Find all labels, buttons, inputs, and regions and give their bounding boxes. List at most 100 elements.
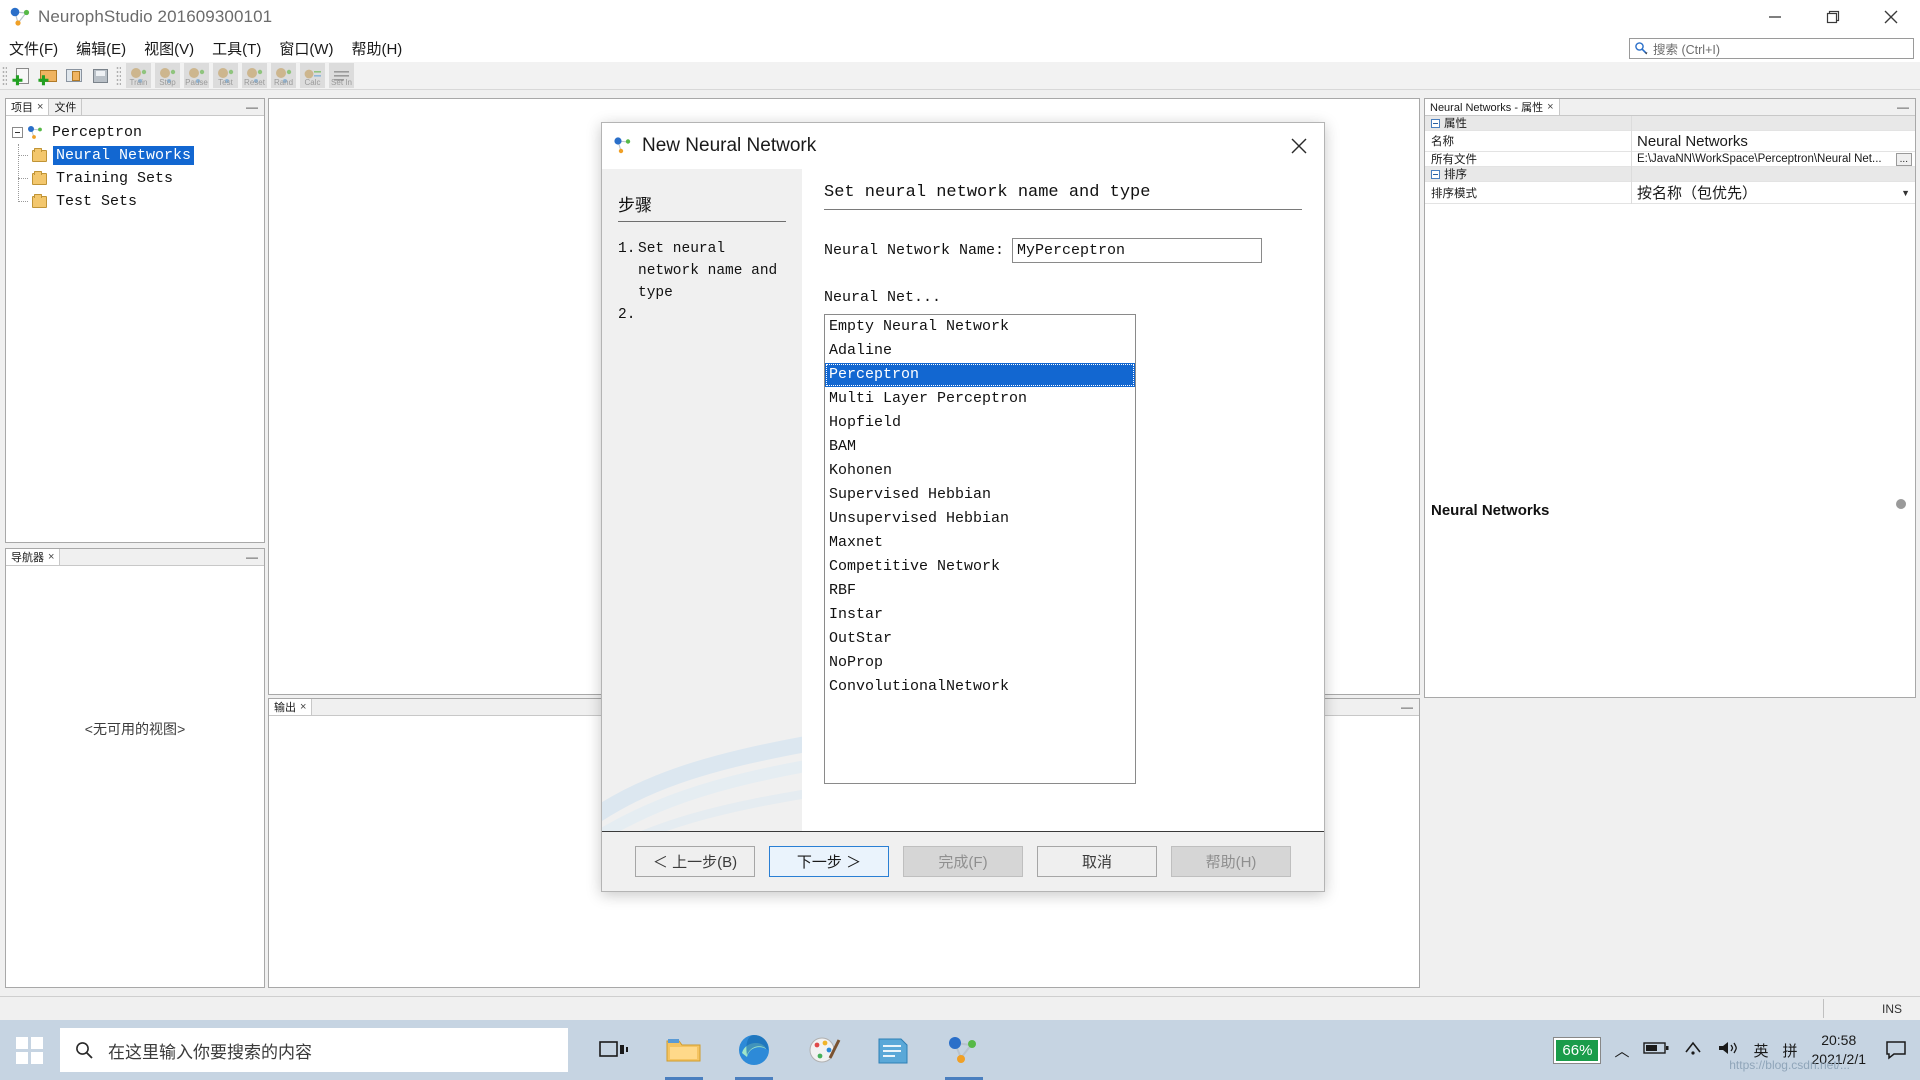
list-item[interactable]: OutStar — [825, 627, 1135, 651]
toolbar-grip[interactable] — [2, 66, 7, 86]
tab-projects[interactable]: 项目 × — [6, 99, 49, 115]
list-item[interactable]: Kohonen — [825, 459, 1135, 483]
pause-button-label: Pause — [184, 79, 209, 87]
battery-percent-badge[interactable]: 66% — [1554, 1038, 1600, 1063]
properties-footer-title: Neural Networks — [1425, 494, 1549, 519]
taskbar-paint[interactable] — [802, 1028, 846, 1072]
list-item[interactable]: Maxnet — [825, 531, 1135, 555]
calculate-button[interactable]: Calc — [300, 63, 325, 88]
global-search-box[interactable]: 搜索 (Ctrl+I) — [1629, 38, 1914, 59]
collapse-icon[interactable] — [1431, 170, 1440, 179]
close-icon[interactable]: × — [300, 701, 306, 713]
tree-row-neural-networks[interactable]: Neural Networks — [32, 144, 264, 167]
minimize-icon[interactable]: — — [246, 103, 258, 111]
train-button[interactable]: Train — [126, 63, 151, 88]
list-item[interactable]: Instar — [825, 603, 1135, 627]
chevron-up-icon[interactable]: ︿ — [1614, 1040, 1629, 1061]
notification-icon[interactable] — [1884, 1038, 1908, 1062]
minimize-icon[interactable]: — — [246, 553, 258, 561]
randomize-button[interactable]: Rand — [271, 63, 296, 88]
minimize-button[interactable] — [1746, 0, 1804, 34]
list-item-selected[interactable]: Perceptron — [825, 363, 1135, 387]
battery-icon[interactable] — [1643, 1041, 1669, 1059]
step-number-2: 2. — [618, 304, 638, 326]
stop-button[interactable]: Stop — [155, 63, 180, 88]
taskbar-edge[interactable] — [732, 1028, 776, 1072]
test-button[interactable]: Test — [213, 63, 238, 88]
help-dot-icon[interactable] — [1896, 499, 1906, 509]
back-button[interactable]: ＜ 上一步(B) — [635, 846, 755, 877]
list-item[interactable]: Multi Layer Perceptron — [825, 387, 1135, 411]
menu-file[interactable]: 文件(F) — [0, 36, 67, 61]
minimize-icon[interactable]: — — [1897, 103, 1909, 111]
volume-icon[interactable] — [1717, 1040, 1739, 1060]
network-icon[interactable] — [1683, 1040, 1703, 1060]
collapse-icon[interactable] — [1431, 119, 1440, 128]
property-row-sort-mode[interactable]: 排序模式 按名称（包优先） ▼ — [1425, 182, 1915, 204]
property-group-attributes[interactable]: 属性 — [1425, 116, 1915, 131]
task-view-button[interactable] — [592, 1028, 636, 1072]
collapse-icon[interactable] — [12, 127, 23, 138]
open-project-button[interactable] — [63, 64, 87, 88]
new-project-button[interactable]: ✚ — [37, 64, 61, 88]
list-item[interactable]: ConvolutionalNetwork — [825, 675, 1135, 699]
list-item[interactable]: Unsupervised Hebbian — [825, 507, 1135, 531]
set-input-button[interactable]: Set In — [329, 63, 354, 88]
list-item[interactable]: Supervised Hebbian — [825, 483, 1135, 507]
menu-view[interactable]: 视图(V) — [135, 36, 203, 61]
tab-files[interactable]: 文件 — [49, 99, 82, 115]
properties-panel-header: Neural Networks - 属性 × — — [1425, 99, 1915, 116]
menu-help[interactable]: 帮助(H) — [342, 36, 411, 61]
list-item[interactable]: RBF — [825, 579, 1135, 603]
property-group-sort[interactable]: 排序 — [1425, 167, 1915, 182]
network-type-label: Neural Net... — [824, 289, 1302, 306]
property-row-name[interactable]: 名称 Neural Networks — [1425, 131, 1915, 152]
save-all-icon — [93, 69, 108, 83]
tab-navigator[interactable]: 导航器 × — [6, 549, 60, 565]
list-item[interactable]: Hopfield — [825, 411, 1135, 435]
save-all-button[interactable] — [89, 64, 113, 88]
chevron-down-icon[interactable]: ▼ — [1901, 188, 1910, 198]
tree-children: Neural Networks Training Sets Test Sets — [12, 144, 264, 213]
menu-edit[interactable]: 编辑(E) — [67, 36, 135, 61]
list-item[interactable]: Empty Neural Network — [825, 315, 1135, 339]
navigator-panel: 导航器 × — <无可用的视图> — [5, 548, 265, 988]
list-item[interactable]: Competitive Network — [825, 555, 1135, 579]
next-button[interactable]: 下一步 ＞ — [769, 846, 889, 877]
taskbar-neuroph[interactable] — [942, 1028, 986, 1072]
finish-button: 完成(F) — [903, 846, 1023, 877]
minimize-icon[interactable]: — — [1401, 703, 1413, 711]
tree-row-test-sets[interactable]: Test Sets — [32, 190, 264, 213]
maximize-button[interactable] — [1804, 0, 1862, 34]
property-row-all-files[interactable]: 所有文件 E:\JavaNN\WorkSpace\Perceptron\Neur… — [1425, 152, 1915, 167]
new-file-button[interactable]: ✚ — [11, 64, 35, 88]
close-icon[interactable]: × — [48, 551, 54, 563]
start-button[interactable] — [0, 1020, 58, 1080]
cancel-button[interactable]: 取消 — [1037, 846, 1157, 877]
tree-row-training-sets[interactable]: Training Sets — [32, 167, 264, 190]
taskbar-search-placeholder: 在这里输入你要搜索的内容 — [108, 1038, 312, 1063]
menubar: 文件(F) 编辑(E) 视图(V) 工具(T) 窗口(W) 帮助(H) 搜索 (… — [0, 34, 1920, 62]
dialog-close-button[interactable] — [1284, 131, 1314, 161]
stop-button-label: Stop — [155, 79, 180, 87]
toolbar-grip-2[interactable] — [116, 66, 121, 86]
taskbar-notepad[interactable] — [872, 1028, 916, 1072]
close-button[interactable] — [1862, 0, 1920, 34]
pause-button[interactable]: Pause — [184, 63, 209, 88]
tree-row-root[interactable]: Perceptron — [12, 121, 264, 144]
list-item[interactable]: NoProp — [825, 651, 1135, 675]
close-icon[interactable]: × — [37, 101, 43, 113]
taskbar-file-explorer[interactable] — [662, 1028, 706, 1072]
reset-button[interactable]: Reset — [242, 63, 267, 88]
list-item[interactable]: BAM — [825, 435, 1135, 459]
menu-tools[interactable]: 工具(T) — [203, 36, 270, 61]
list-item[interactable]: Adaline — [825, 339, 1135, 363]
network-type-list[interactable]: Empty Neural Network Adaline Perceptron … — [824, 314, 1136, 784]
network-name-input[interactable] — [1012, 238, 1262, 263]
browse-button[interactable]: ... — [1896, 153, 1912, 166]
menu-window[interactable]: 窗口(W) — [270, 36, 342, 61]
tab-output[interactable]: 输出 × — [269, 699, 312, 715]
tab-properties[interactable]: Neural Networks - 属性 × — [1425, 99, 1560, 115]
close-icon[interactable]: × — [1547, 101, 1553, 113]
taskbar-search-box[interactable]: 在这里输入你要搜索的内容 — [60, 1028, 568, 1072]
